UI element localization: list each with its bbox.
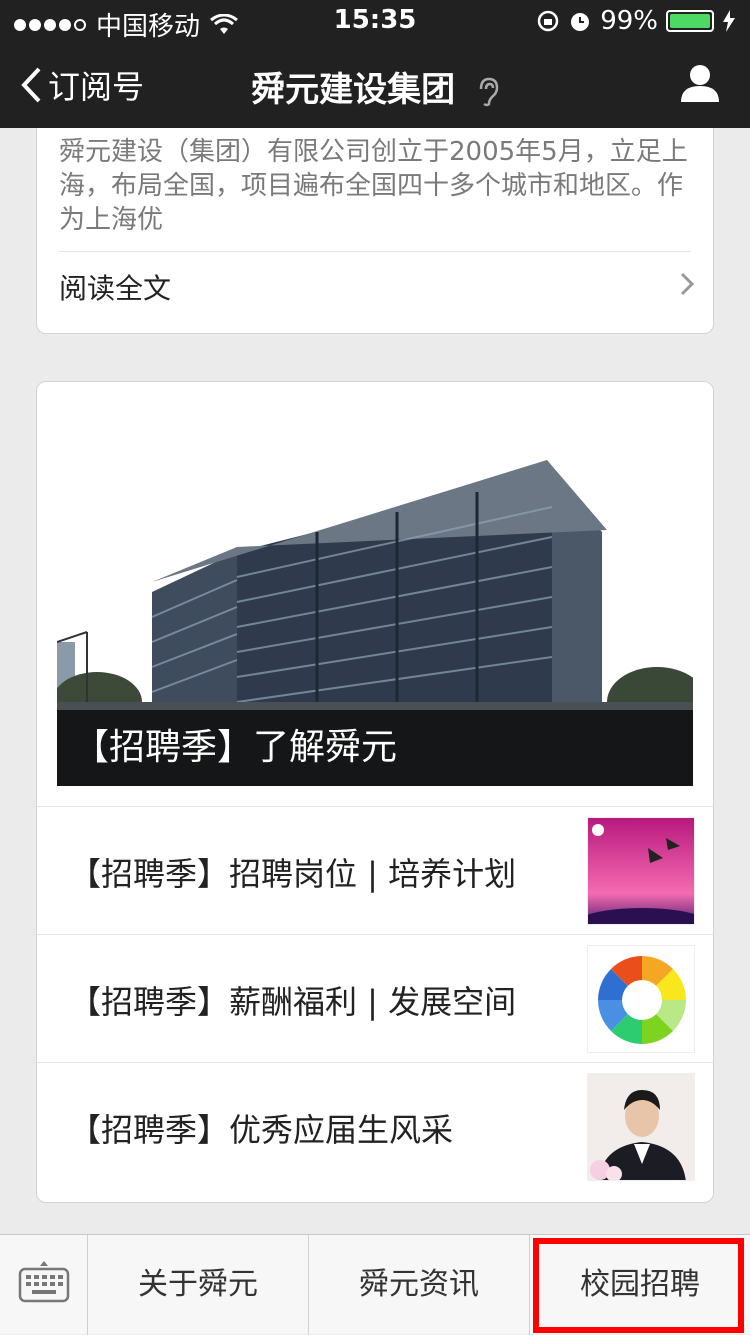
status-bar: 中国移动 15:35 99% xyxy=(0,0,750,42)
charging-icon xyxy=(723,10,735,32)
intro-text: 舜元建设（集团）有限公司创立于2005年5月，立足上海，布局全国，项目遍布全国四… xyxy=(59,137,688,235)
article-title: 【招聘季】优秀应届生风采 xyxy=(69,1111,454,1149)
battery-percent: 99% xyxy=(600,6,658,36)
kite-sunset-image xyxy=(587,817,695,925)
message-feed[interactable]: 舜元建设（集团）有限公司创立于2005年5月，立足上海，布局全国，项目遍布全国四… xyxy=(0,128,750,1234)
hero-title: 【招聘季】了解舜元 xyxy=(57,710,693,786)
article-title: 【招聘季】招聘岗位 | 培养计划 xyxy=(69,855,517,893)
page-title: 舜元建设集团 xyxy=(0,62,750,111)
menu-news-button[interactable]: 舜元资讯 xyxy=(309,1235,530,1335)
nav-bar: 订阅号 舜元建设集团 xyxy=(0,40,750,128)
bottom-menu: 关于舜元 舜元资讯 校园招聘 xyxy=(0,1234,750,1335)
alarm-icon xyxy=(571,13,590,31)
divider xyxy=(59,251,691,252)
graduate-portrait-image xyxy=(587,1073,695,1181)
article-item-3[interactable]: 【招聘季】优秀应届生风采 xyxy=(37,1062,713,1190)
keyboard-toggle-button[interactable] xyxy=(0,1235,88,1335)
news-card: 【招聘季】了解舜元 【招聘季】招聘岗位 | 培养计划 【招聘季】薪酬福利 | 发… xyxy=(36,381,714,1203)
chevron-right-icon xyxy=(680,272,695,296)
rotation-lock-icon xyxy=(537,10,559,32)
hero-article[interactable]: 【招聘季】了解舜元 xyxy=(57,402,693,786)
person-icon xyxy=(681,65,719,102)
ear-icon xyxy=(479,77,499,106)
profile-button[interactable] xyxy=(680,64,720,106)
battery-icon xyxy=(666,10,714,32)
menu-about-button[interactable]: 关于舜元 xyxy=(88,1235,309,1335)
read-all-link[interactable]: 阅读全文 xyxy=(59,267,171,307)
keyboard-icon xyxy=(18,1261,70,1303)
color-wheel-image xyxy=(587,945,695,1053)
article-item-1[interactable]: 【招聘季】招聘岗位 | 培养计划 xyxy=(37,806,713,934)
intro-card[interactable]: 舜元建设（集团）有限公司创立于2005年5月，立足上海，布局全国，项目遍布全国四… xyxy=(36,128,714,334)
highlight-box xyxy=(533,1238,744,1333)
article-title: 【招聘季】薪酬福利 | 发展空间 xyxy=(69,983,517,1021)
article-item-2[interactable]: 【招聘季】薪酬福利 | 发展空间 xyxy=(37,934,713,1062)
